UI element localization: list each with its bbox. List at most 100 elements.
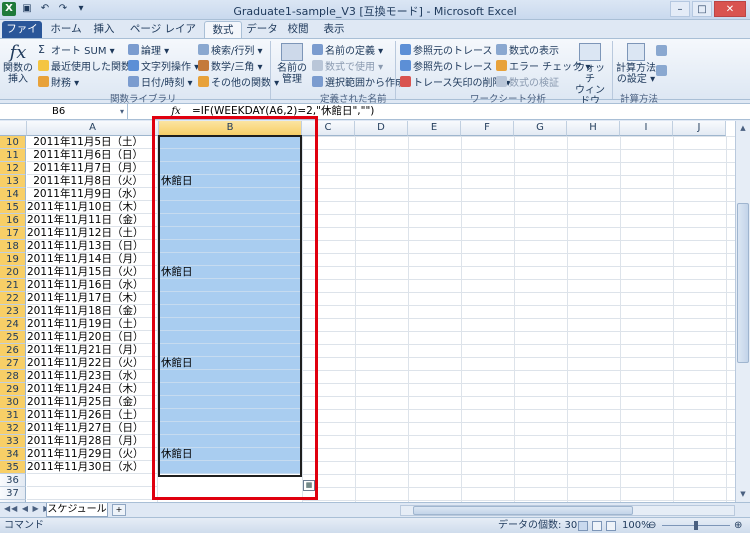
cell-closed-day[interactable]: 休館日 bbox=[159, 448, 301, 461]
cell-date[interactable]: 2011年11月9日（水） bbox=[27, 188, 158, 201]
column-header-i[interactable]: I bbox=[620, 121, 673, 136]
watch-window-button[interactable]: ウォッチ ウィンドウ bbox=[572, 43, 608, 107]
cell-date[interactable]: 2011年11月18日（金） bbox=[27, 305, 158, 318]
spreadsheet-grid[interactable]: A B C D E F G H I J 10 2011年11月5日（土） 11 2011年11月6日（日）… bbox=[0, 121, 735, 502]
calculate-now-button[interactable] bbox=[656, 45, 667, 56]
cell-closed-day[interactable] bbox=[159, 383, 301, 396]
trace-precedents-button[interactable]: 参照元のトレース bbox=[400, 42, 493, 57]
cell-closed-day[interactable] bbox=[159, 292, 301, 305]
zoom-out-icon[interactable]: ⊖ bbox=[648, 518, 656, 533]
date-time-button[interactable]: 日付/時刻 ▾ bbox=[128, 74, 193, 89]
scroll-up-icon[interactable]: ▲ bbox=[736, 121, 750, 135]
cell-date[interactable]: 2011年11月28日（月） bbox=[27, 435, 158, 448]
cell-date[interactable]: 2011年11月25日（金） bbox=[27, 396, 158, 409]
cell-closed-day[interactable] bbox=[159, 461, 301, 474]
tab-view[interactable]: 表示 bbox=[318, 21, 350, 38]
minimize-icon[interactable]: – bbox=[670, 1, 690, 17]
column-header-c[interactable]: C bbox=[302, 121, 355, 136]
math-trig-button[interactable]: 数学/三角 ▾ bbox=[198, 58, 263, 73]
cell-date[interactable] bbox=[27, 474, 158, 487]
row-header[interactable]: 24 bbox=[0, 318, 26, 331]
select-all-corner[interactable] bbox=[0, 121, 27, 136]
create-from-selection-button[interactable]: 選択範囲から作成 bbox=[312, 74, 405, 89]
tab-data[interactable]: データ bbox=[246, 21, 278, 38]
cell-date[interactable]: 2011年11月6日（日） bbox=[27, 149, 158, 162]
row-header[interactable]: 12 bbox=[0, 162, 26, 175]
row-header[interactable]: 21 bbox=[0, 279, 26, 292]
row-header[interactable]: 17 bbox=[0, 227, 26, 240]
row-header[interactable]: 18 bbox=[0, 240, 26, 253]
row-header[interactable]: 16 bbox=[0, 214, 26, 227]
close-icon[interactable]: ✕ bbox=[714, 1, 746, 17]
cell-date[interactable]: 2011年11月8日（火） bbox=[27, 175, 158, 188]
row-header[interactable]: 32 bbox=[0, 422, 26, 435]
column-header-j[interactable]: J bbox=[673, 121, 726, 136]
page-layout-view-icon[interactable] bbox=[592, 521, 602, 531]
cell-date[interactable]: 2011年11月17日（木） bbox=[27, 292, 158, 305]
column-header-h[interactable]: H bbox=[567, 121, 620, 136]
evaluate-formula-button[interactable]: 数式の検証 bbox=[496, 74, 559, 89]
zoom-in-icon[interactable]: ⊕ bbox=[734, 518, 742, 533]
cell-closed-day[interactable] bbox=[159, 435, 301, 448]
cell-date[interactable]: 2011年11月23日（水） bbox=[27, 370, 158, 383]
horizontal-scroll-thumb[interactable] bbox=[413, 506, 633, 515]
cell-date[interactable]: 2011年11月12日（土） bbox=[27, 227, 158, 240]
cell-closed-day[interactable] bbox=[159, 422, 301, 435]
define-name-button[interactable]: 名前の定義 ▾ bbox=[312, 42, 383, 57]
row-header[interactable]: 30 bbox=[0, 396, 26, 409]
trace-dependents-button[interactable]: 参照先のトレース bbox=[400, 58, 493, 73]
row-header[interactable]: 19 bbox=[0, 253, 26, 266]
row-header[interactable]: 13 bbox=[0, 175, 26, 188]
remove-arrows-button[interactable]: トレース矢印の削除 ▾ bbox=[400, 74, 511, 89]
row-header[interactable]: 10 bbox=[0, 136, 26, 149]
tab-formulas[interactable]: 数式 bbox=[204, 21, 242, 38]
cell-date[interactable]: 2011年11月27日（日） bbox=[27, 422, 158, 435]
column-header-e[interactable]: E bbox=[408, 121, 461, 136]
cell-closed-day[interactable] bbox=[159, 240, 301, 253]
recently-used-button[interactable]: 最近使用した関数 ▾ bbox=[38, 58, 139, 73]
row-header[interactable]: 31 bbox=[0, 409, 26, 422]
name-manager-button[interactable]: 名前の 管理 bbox=[276, 43, 308, 85]
normal-view-icon[interactable] bbox=[578, 521, 588, 531]
cell-date[interactable]: 2011年11月15日（火） bbox=[27, 266, 158, 279]
cell-closed-day[interactable] bbox=[159, 149, 301, 162]
row-header[interactable]: 11 bbox=[0, 149, 26, 162]
row-header[interactable]: 29 bbox=[0, 383, 26, 396]
cell-closed-day[interactable] bbox=[159, 227, 301, 240]
column-header-a[interactable]: A bbox=[27, 121, 159, 136]
financial-button[interactable]: 財務 ▾ bbox=[38, 74, 79, 89]
name-box-dropdown-icon[interactable]: ▾ bbox=[120, 104, 124, 119]
column-header-f[interactable]: F bbox=[461, 121, 514, 136]
cell-closed-day[interactable] bbox=[159, 188, 301, 201]
use-in-formula-button[interactable]: 数式で使用 ▾ bbox=[312, 58, 383, 73]
zoom-slider-thumb[interactable] bbox=[694, 521, 698, 530]
name-box[interactable]: B6 bbox=[0, 104, 128, 119]
maximize-icon[interactable]: □ bbox=[692, 1, 712, 17]
insert-sheet-icon[interactable]: + bbox=[112, 504, 126, 516]
empty-cells[interactable] bbox=[302, 136, 735, 502]
column-header-b[interactable]: B bbox=[159, 121, 302, 136]
row-header[interactable]: 22 bbox=[0, 292, 26, 305]
cell-closed-day[interactable]: 休館日 bbox=[159, 266, 301, 279]
tab-home[interactable]: ホーム bbox=[48, 21, 84, 38]
lookup-button[interactable]: 検索/行列 ▾ bbox=[198, 42, 263, 57]
cell-closed-day[interactable]: 休館日 bbox=[159, 357, 301, 370]
row-header[interactable]: 27 bbox=[0, 357, 26, 370]
row-header[interactable]: 23 bbox=[0, 305, 26, 318]
cell-closed-day[interactable] bbox=[159, 162, 301, 175]
cell-closed-day[interactable] bbox=[159, 396, 301, 409]
cell-date[interactable]: 2011年11月11日（金） bbox=[27, 214, 158, 227]
show-formulas-button[interactable]: 数式の表示 bbox=[496, 42, 559, 57]
horizontal-scrollbar[interactable] bbox=[400, 505, 735, 516]
insert-function-icon[interactable]: fx bbox=[166, 104, 186, 119]
zoom-level[interactable]: 100% bbox=[622, 518, 651, 533]
text-button[interactable]: 文字列操作 ▾ bbox=[128, 58, 199, 73]
cell-closed-day[interactable] bbox=[159, 201, 301, 214]
row-header[interactable]: 37 bbox=[0, 487, 26, 500]
row-header[interactable]: 15 bbox=[0, 201, 26, 214]
sheet-tab-schedule[interactable]: スケジュール bbox=[46, 503, 108, 517]
tab-file[interactable]: ファイル bbox=[2, 21, 42, 51]
vertical-scroll-thumb[interactable] bbox=[737, 203, 749, 363]
cell-date[interactable]: 2011年11月21日（月） bbox=[27, 344, 158, 357]
row-header[interactable]: 20 bbox=[0, 266, 26, 279]
